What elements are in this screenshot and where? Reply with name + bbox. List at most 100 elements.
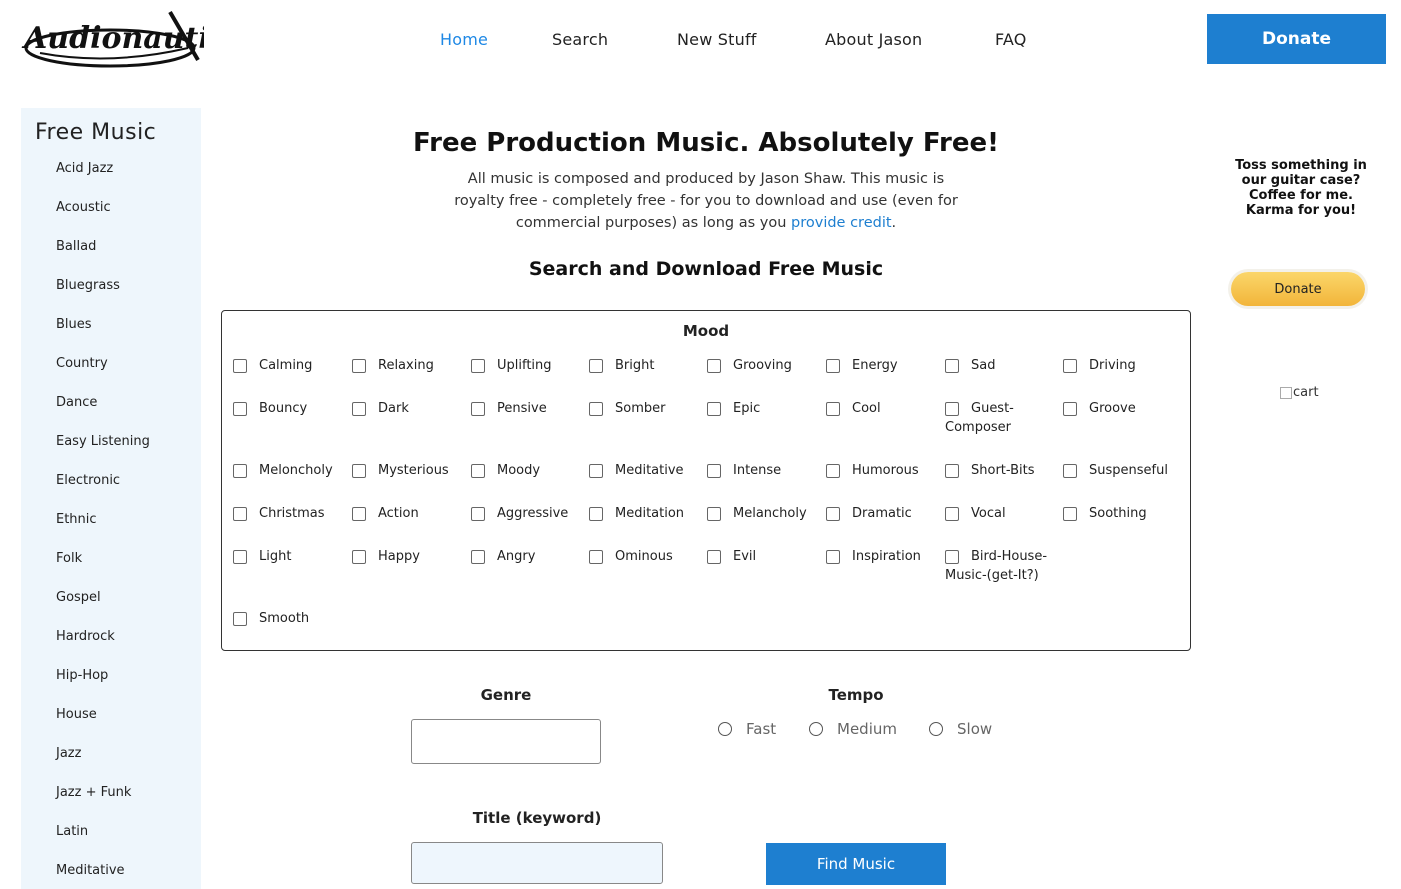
nav-faq[interactable]: FAQ xyxy=(995,30,1027,54)
mood-option-text: Groove xyxy=(1089,401,1136,416)
mood-option-text: Meditative xyxy=(615,463,684,478)
mood-option-text: Dramatic xyxy=(852,506,912,521)
mood-option-text: Mysterious xyxy=(378,463,449,478)
intro-text: All music is composed and produced by Ja… xyxy=(441,168,971,234)
mood-option-text: Meditation xyxy=(615,506,685,521)
mood-option-text: Inspiration xyxy=(852,549,921,564)
sidebar-item[interactable]: Bluegrass xyxy=(56,278,120,293)
find-music-button[interactable]: Find Music xyxy=(766,843,946,885)
sidebar-item[interactable]: Folk xyxy=(56,551,82,566)
mood-option-text: Energy xyxy=(852,358,898,373)
paypal-donate-button[interactable]: Donate xyxy=(1231,272,1365,306)
title-keyword-label: Title (keyword) xyxy=(472,809,602,827)
mood-option-text: Light xyxy=(259,549,292,564)
search-heading: Search and Download Free Music xyxy=(528,258,884,280)
genre-label: Genre xyxy=(480,686,532,704)
mood-option-label: Grooving xyxy=(707,356,827,375)
logo-text: Audionautix xyxy=(21,21,204,56)
mood-option-text: Meloncholy xyxy=(259,463,333,478)
mood-option-label: Suspenseful xyxy=(1063,461,1183,480)
mood-option-text: Christmas xyxy=(259,506,325,521)
mood-option-text: Uplifting xyxy=(497,358,552,373)
mood-option-text: Vocal xyxy=(971,506,1006,521)
tempo-medium-radio[interactable] xyxy=(809,722,823,736)
nav-home[interactable]: Home xyxy=(440,30,488,54)
mood-option-text: Cool xyxy=(852,401,881,416)
mood-option-label: Dramatic xyxy=(826,504,946,523)
mood-option-label: Smooth xyxy=(233,609,353,628)
mood-option-text: Dark xyxy=(378,401,409,416)
sidebar-item[interactable]: Ethnic xyxy=(56,512,97,527)
tempo-fast-label: Fast xyxy=(746,720,777,738)
mood-option-text: Bouncy xyxy=(259,401,308,416)
sidebar-item[interactable]: Meditative xyxy=(56,863,125,878)
intro-end: . xyxy=(891,215,897,231)
mood-option-text: Suspenseful xyxy=(1089,463,1168,478)
page-title: Free Production Music. Absolutely Free! xyxy=(413,128,999,158)
sidebar-item[interactable]: Country xyxy=(56,356,108,371)
mood-option-label: Inspiration xyxy=(826,547,946,566)
sidebar-title: Free Music xyxy=(35,120,157,145)
sidebar-item[interactable]: Acid Jazz xyxy=(56,161,113,176)
mood-option-text: Action xyxy=(378,506,419,521)
mood-option-text: Driving xyxy=(1089,358,1136,373)
tempo-slow-radio[interactable] xyxy=(929,722,943,736)
mood-option-text: Epic xyxy=(733,401,761,416)
tempo-slow-label: Slow xyxy=(957,720,993,738)
mood-option-label: Vocal xyxy=(945,504,1065,523)
sidebar-item[interactable]: Acoustic xyxy=(56,200,111,215)
mood-option-label: Aggressive xyxy=(471,504,591,523)
sidebar-item[interactable]: Latin xyxy=(56,824,88,839)
sidebar-item[interactable]: Hip-Hop xyxy=(56,668,108,683)
sidebar-item[interactable]: Jazz xyxy=(56,746,81,761)
mood-option-label: Cool xyxy=(826,399,946,418)
mood-option-label: Driving xyxy=(1063,356,1183,375)
broken-image-icon xyxy=(1280,386,1292,399)
mood-option-text: Soothing xyxy=(1089,506,1147,521)
nav-about-jason[interactable]: About Jason xyxy=(825,30,922,54)
mood-option-text: Humorous xyxy=(852,463,919,478)
provide-credit-link[interactable]: provide credit xyxy=(791,215,892,231)
sidebar-item[interactable]: Jazz + Funk xyxy=(56,785,131,800)
sidebar-item[interactable]: Blues xyxy=(56,317,92,332)
mood-option-text: Ominous xyxy=(615,549,673,564)
mood-option-label: Evil xyxy=(707,547,827,566)
mood-option-label: Angry xyxy=(471,547,591,566)
mood-option-label: Energy xyxy=(826,356,946,375)
mood-option-label: Guest-Composer xyxy=(945,399,1065,437)
sidebar-item[interactable]: Hardrock xyxy=(56,629,115,644)
mood-option-label: Dark xyxy=(352,399,472,418)
audionautix-logo[interactable]: Audionautix xyxy=(20,8,229,70)
mood-option-label: Soothing xyxy=(1063,504,1183,523)
mood-option-label: Bright xyxy=(589,356,709,375)
mood-option-label: Calming xyxy=(233,356,353,375)
mood-option-label: Short-Bits xyxy=(945,461,1065,480)
mood-option-label: Meditation xyxy=(589,504,709,523)
mood-option-label: Mysterious xyxy=(352,461,472,480)
mood-option-text: Relaxing xyxy=(378,358,434,373)
mood-option-text: Angry xyxy=(497,549,536,564)
sidebar-item[interactable]: Ballad xyxy=(56,239,96,254)
mood-option-label: Uplifting xyxy=(471,356,591,375)
sidebar-item[interactable]: Dance xyxy=(56,395,97,410)
cart-alt-text: cart xyxy=(1293,385,1319,400)
mood-option-label: Light xyxy=(233,547,353,566)
sidebar-item[interactable]: House xyxy=(56,707,97,722)
nav-new-stuff[interactable]: New Stuff xyxy=(677,30,757,54)
tempo-label: Tempo xyxy=(828,686,884,704)
mood-option-label: Moody xyxy=(471,461,591,480)
genre-input[interactable] xyxy=(411,719,601,764)
mood-option-label: Relaxing xyxy=(352,356,472,375)
sidebar-item[interactable]: Easy Listening xyxy=(56,434,150,449)
donate-button[interactable]: Donate xyxy=(1207,14,1386,64)
mood-option-text: Smooth xyxy=(259,611,310,626)
nav-search[interactable]: Search xyxy=(552,30,608,54)
sidebar-item[interactable]: Electronic xyxy=(56,473,120,488)
cart-image[interactable]: cart xyxy=(1280,385,1319,400)
tempo-fast-radio[interactable] xyxy=(718,722,732,736)
sidebar-item[interactable]: Gospel xyxy=(56,590,101,605)
donation-message: Toss something in our guitar case? Coffe… xyxy=(1235,158,1367,218)
mood-option-text: Melancholy xyxy=(733,506,807,521)
title-keyword-input[interactable] xyxy=(411,842,663,884)
mood-option-text: Bright xyxy=(615,358,655,373)
